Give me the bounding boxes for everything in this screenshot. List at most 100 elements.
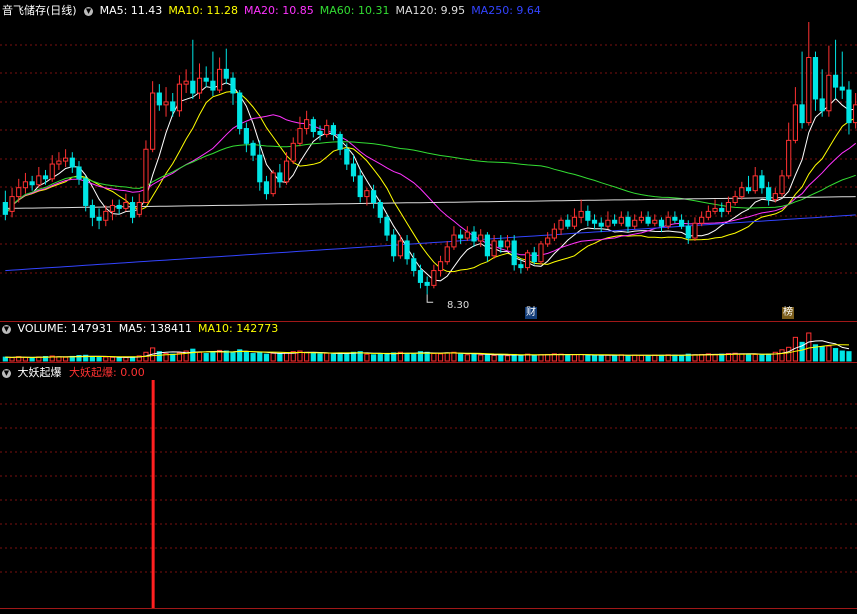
candle-body <box>170 101 176 112</box>
candle-body <box>150 92 156 150</box>
candle-body <box>350 163 357 177</box>
candle-body <box>812 57 819 100</box>
volume-bar <box>498 354 504 362</box>
volume-bar <box>538 354 544 362</box>
candlestick-series[interactable] <box>2 22 857 295</box>
volume-bar <box>839 350 845 362</box>
candle-body <box>330 125 337 135</box>
candle-body <box>103 210 109 221</box>
candle-body <box>223 68 229 79</box>
candle-body <box>806 57 812 124</box>
candle-body <box>578 210 584 218</box>
candle-body <box>217 68 223 91</box>
candle-body <box>411 258 417 272</box>
candle-body <box>678 219 685 227</box>
candle-body <box>263 181 270 195</box>
volume-bar <box>458 353 464 362</box>
volume-bar <box>605 354 611 362</box>
candle-body <box>404 240 410 260</box>
candle-body <box>799 104 805 124</box>
candle-body <box>571 216 578 227</box>
indicator-bars[interactable] <box>151 380 155 608</box>
volume-bar <box>190 348 196 362</box>
volume-bar <box>364 353 370 362</box>
candle-body <box>498 240 504 248</box>
candle-body <box>69 157 75 168</box>
volume-bar <box>123 356 129 362</box>
candle-body <box>538 243 544 263</box>
volume-bar <box>431 353 437 362</box>
candle-body <box>618 216 624 224</box>
candle-body <box>518 264 524 269</box>
volume-bar <box>304 351 310 362</box>
candle-body <box>190 80 196 94</box>
volume-bar <box>464 354 470 362</box>
candle-body <box>203 77 209 82</box>
volume-bar <box>9 357 15 362</box>
candle-body <box>591 219 598 224</box>
candle-body <box>109 204 116 212</box>
candle-body <box>424 281 430 286</box>
volume-bar <box>471 353 477 362</box>
chevron-down-icon[interactable]: ▼ <box>84 6 94 16</box>
candle-body <box>243 128 249 144</box>
candle-body <box>625 216 631 227</box>
chevron-down-icon[interactable]: ▼ <box>2 324 11 334</box>
candle-body <box>832 74 839 88</box>
volume-bar <box>591 354 598 362</box>
ma-legend-item: MA20: 10.85 <box>244 4 314 17</box>
candle-body <box>779 175 785 195</box>
ma-legend-item: MA5: 11.43 <box>99 4 163 17</box>
ma-legend-item: MA120: 9.95 <box>395 4 466 17</box>
candle-body <box>451 234 457 248</box>
candle-body <box>290 142 296 162</box>
candle-body <box>176 83 183 112</box>
candle-body <box>156 92 162 106</box>
candle-body <box>524 252 531 269</box>
candle-body <box>377 202 383 218</box>
candle-body <box>143 148 149 204</box>
volume-bar <box>444 352 450 362</box>
candle-body <box>504 240 511 248</box>
volume-bar <box>170 353 176 362</box>
ma-line-ma250 <box>5 214 856 272</box>
candle-body <box>337 133 343 150</box>
volume-bar <box>672 354 678 362</box>
candle-body <box>310 119 316 132</box>
candle-body <box>725 202 732 212</box>
finance-marker[interactable]: 财 <box>525 307 537 319</box>
chevron-down-icon[interactable]: ▼ <box>2 368 11 378</box>
volume-legend: ▼ VOLUME: 147931 MA5: 138411 MA10: 142773 <box>2 322 284 335</box>
volume-bar <box>652 354 658 362</box>
chart-canvas[interactable] <box>0 0 857 614</box>
volume-bar <box>745 353 752 362</box>
volume-bar <box>310 353 316 362</box>
main-legend: 音飞储存(日线) ▼ MA5: 11.43 MA10: 11.28 MA20: 10… <box>2 4 547 17</box>
volume-bar <box>612 354 618 362</box>
volume-bar <box>491 354 497 362</box>
indicator-legend: ▼ 大妖起爆 大妖起爆: 0.00 <box>2 366 145 379</box>
ranking-marker[interactable]: 榜 <box>782 307 794 319</box>
volume-bar <box>22 356 29 362</box>
candle-body <box>183 80 189 85</box>
candle-body <box>42 175 49 180</box>
candle-body <box>745 187 752 192</box>
volume-bar <box>103 356 109 362</box>
volume-bar <box>658 354 665 362</box>
volume-bar <box>585 354 591 362</box>
candle-body <box>598 222 604 227</box>
candle-body <box>719 207 725 212</box>
volume-legend-item: MA10: 142773 <box>197 322 279 335</box>
candle-body <box>551 228 557 239</box>
candle-body <box>484 234 491 257</box>
volume-bar <box>2 356 8 362</box>
volume-bar <box>370 354 377 362</box>
candle-body <box>565 219 571 227</box>
candle-body <box>612 219 618 224</box>
volume-bar <box>819 346 825 362</box>
volume-bar <box>411 353 417 362</box>
panel-borders <box>0 321 857 609</box>
candle-body <box>56 160 62 165</box>
candle-body <box>304 119 310 130</box>
candle-body <box>357 175 363 198</box>
